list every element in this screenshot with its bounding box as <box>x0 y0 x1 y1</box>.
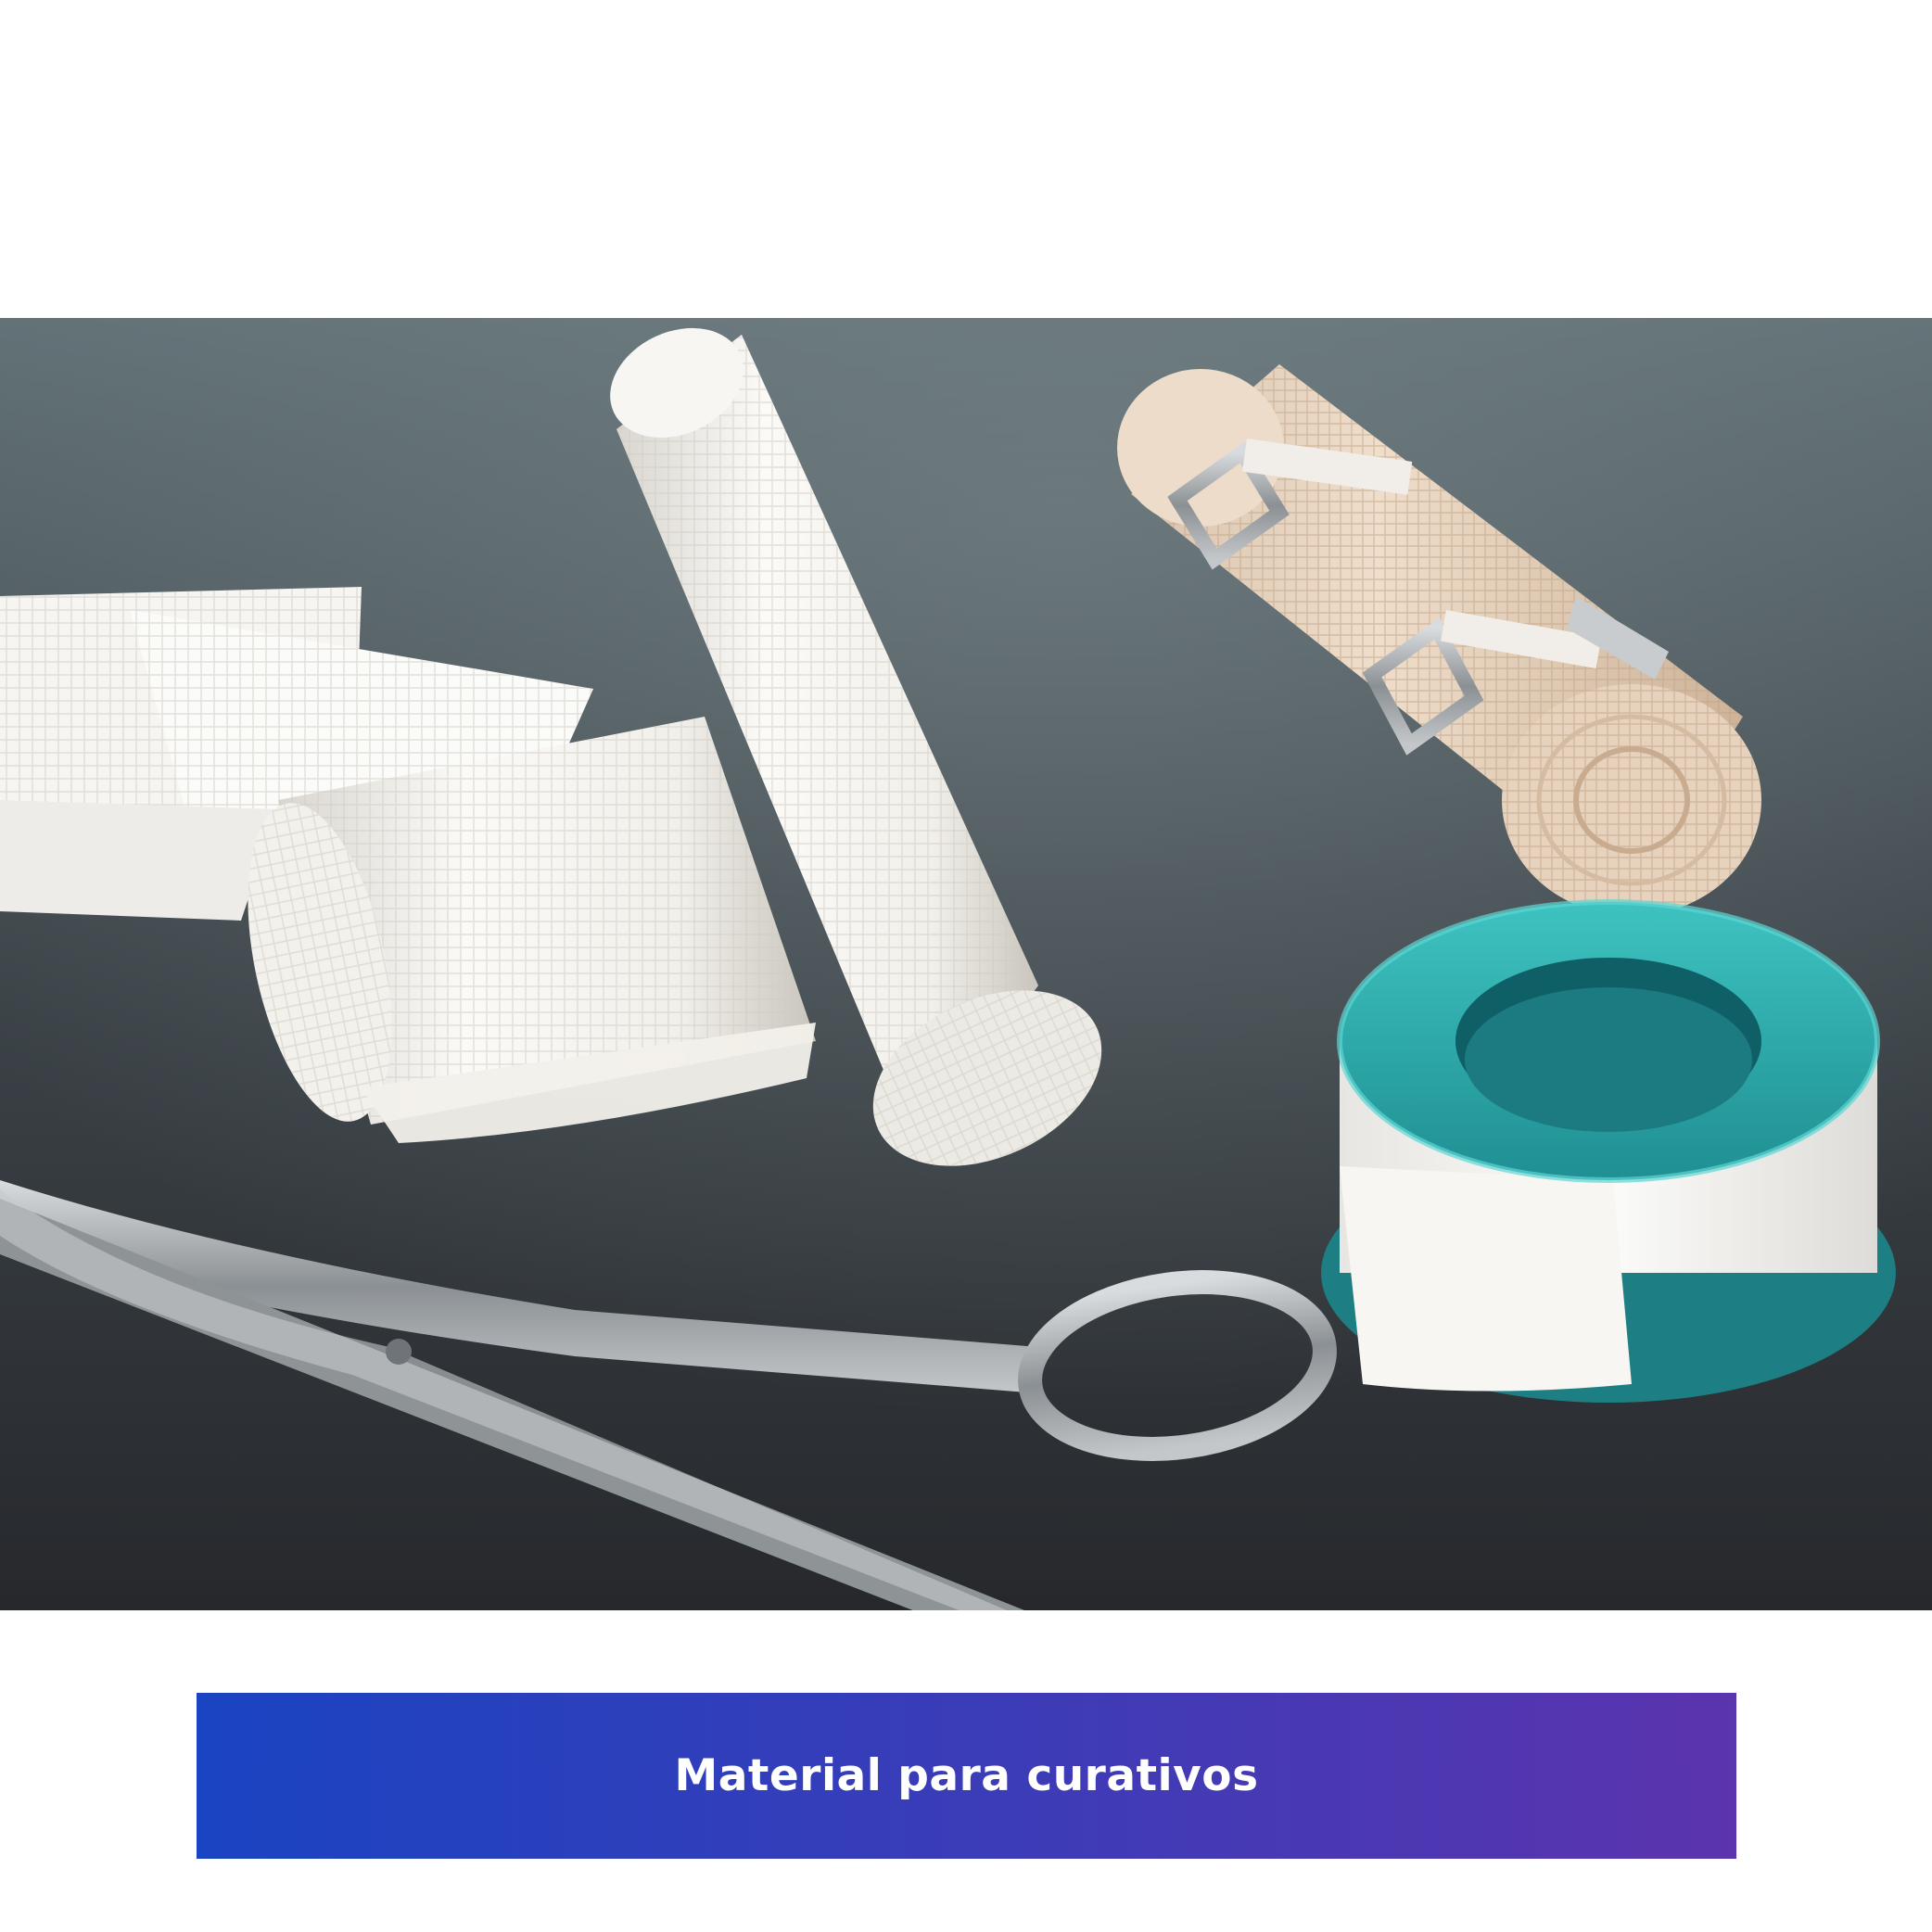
caption-text: Material para curativos <box>674 1750 1259 1801</box>
product-photo <box>0 318 1932 1610</box>
surgical-tape-roll <box>1321 899 1896 1403</box>
product-photo-illustration <box>0 318 1932 1610</box>
caption-banner: Material para curativos <box>197 1693 1736 1859</box>
